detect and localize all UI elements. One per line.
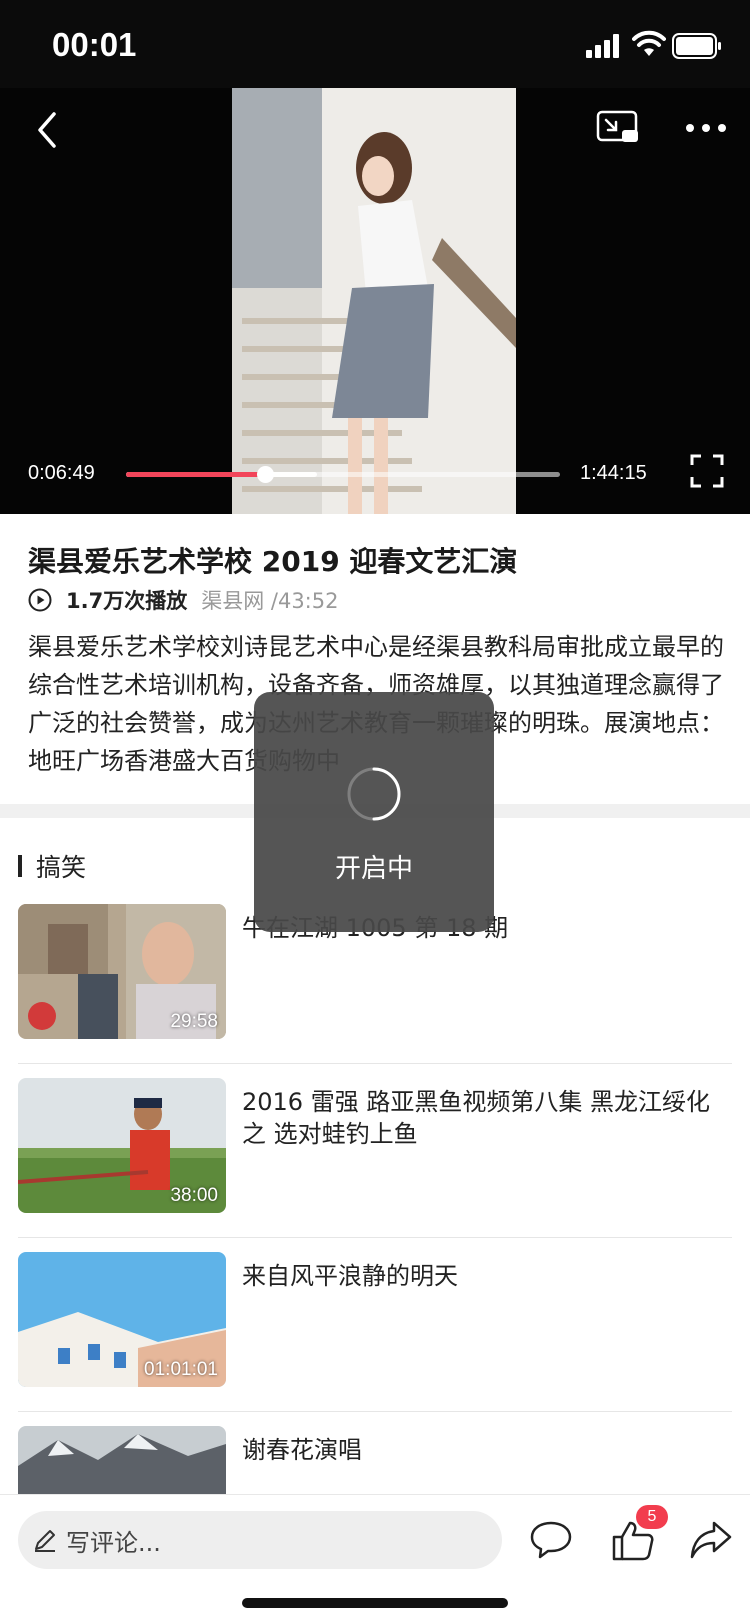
pen-icon bbox=[35, 1530, 55, 1552]
comment-bubble-icon[interactable] bbox=[528, 1517, 574, 1563]
share-arrow-icon[interactable] bbox=[688, 1517, 734, 1563]
more-dots-icon[interactable] bbox=[684, 122, 728, 134]
loading-spinner-icon bbox=[347, 767, 401, 821]
related-video-item[interactable]: 38:00 2016 雷强 路亚黑鱼视频第八集 黑龙江绥化 之 选对蛙钓上鱼 bbox=[18, 1078, 732, 1238]
video-meta: 1.7万次播放 渠县网 /43:52 bbox=[28, 586, 338, 614]
play-circle-icon bbox=[28, 588, 52, 612]
status-time: 00:01 bbox=[52, 26, 137, 63]
video-duration: 38:00 bbox=[170, 1185, 218, 1206]
elapsed-time: 0:06:49 bbox=[28, 462, 95, 484]
video-player[interactable]: 0:06:49 1:44:15 bbox=[0, 88, 750, 514]
picture-in-picture-icon[interactable] bbox=[596, 110, 640, 146]
cellular-signal-icon bbox=[586, 34, 622, 58]
seek-bar[interactable] bbox=[126, 466, 560, 483]
played-bar bbox=[126, 472, 265, 477]
like-count-badge: 5 bbox=[636, 1505, 668, 1529]
video-thumbnail bbox=[18, 1426, 226, 1494]
video-title: 渠县爱乐艺术学校 2019 迎春文艺汇演 bbox=[28, 545, 518, 578]
status-bar: 00:01 bbox=[0, 0, 750, 88]
section-title: 搞笑 bbox=[36, 853, 87, 882]
loading-toast: 开启中 bbox=[254, 692, 494, 932]
comment-input[interactable]: 写评论... bbox=[18, 1511, 502, 1569]
video-frame bbox=[232, 88, 516, 514]
related-video-item[interactable]: 01:01:01 来自风平浪静的明天 bbox=[18, 1252, 732, 1412]
total-duration: 1:44:15 bbox=[580, 462, 647, 484]
seek-handle[interactable] bbox=[256, 466, 274, 483]
section-header: 搞笑 bbox=[18, 848, 86, 884]
section-marker bbox=[18, 855, 22, 877]
home-indicator[interactable] bbox=[242, 1598, 508, 1608]
view-count: 1.7万次播放 bbox=[66, 589, 188, 613]
video-thumbnail: 29:58 bbox=[18, 904, 226, 1039]
related-video-item[interactable]: 谢春花演唱 bbox=[18, 1426, 732, 1494]
related-video-title: 谢春花演唱 bbox=[242, 1436, 362, 1464]
video-frame-image bbox=[232, 88, 516, 514]
video-source: 渠县网 /43:52 bbox=[201, 589, 339, 613]
battery-icon bbox=[672, 33, 721, 59]
video-thumbnail: 01:01:01 bbox=[18, 1252, 226, 1387]
item-separator bbox=[18, 1411, 732, 1412]
video-duration: 01:01:01 bbox=[144, 1359, 218, 1380]
related-video-title: 2016 雷强 路亚黑鱼视频第八集 黑龙江绥化 之 选对蛙钓上鱼 bbox=[242, 1088, 710, 1148]
fullscreen-icon[interactable] bbox=[690, 454, 724, 488]
item-separator bbox=[18, 1063, 732, 1064]
video-thumbnail: 38:00 bbox=[18, 1078, 226, 1213]
comment-placeholder: 写评论... bbox=[66, 1528, 161, 1557]
wifi-icon bbox=[632, 30, 666, 56]
video-duration: 29:58 bbox=[170, 1011, 218, 1032]
item-separator bbox=[18, 1237, 732, 1238]
related-video-title: 来自风平浪静的明天 bbox=[242, 1262, 458, 1290]
back-chevron-left-icon[interactable] bbox=[30, 110, 66, 150]
toast-text: 开启中 bbox=[334, 854, 413, 884]
